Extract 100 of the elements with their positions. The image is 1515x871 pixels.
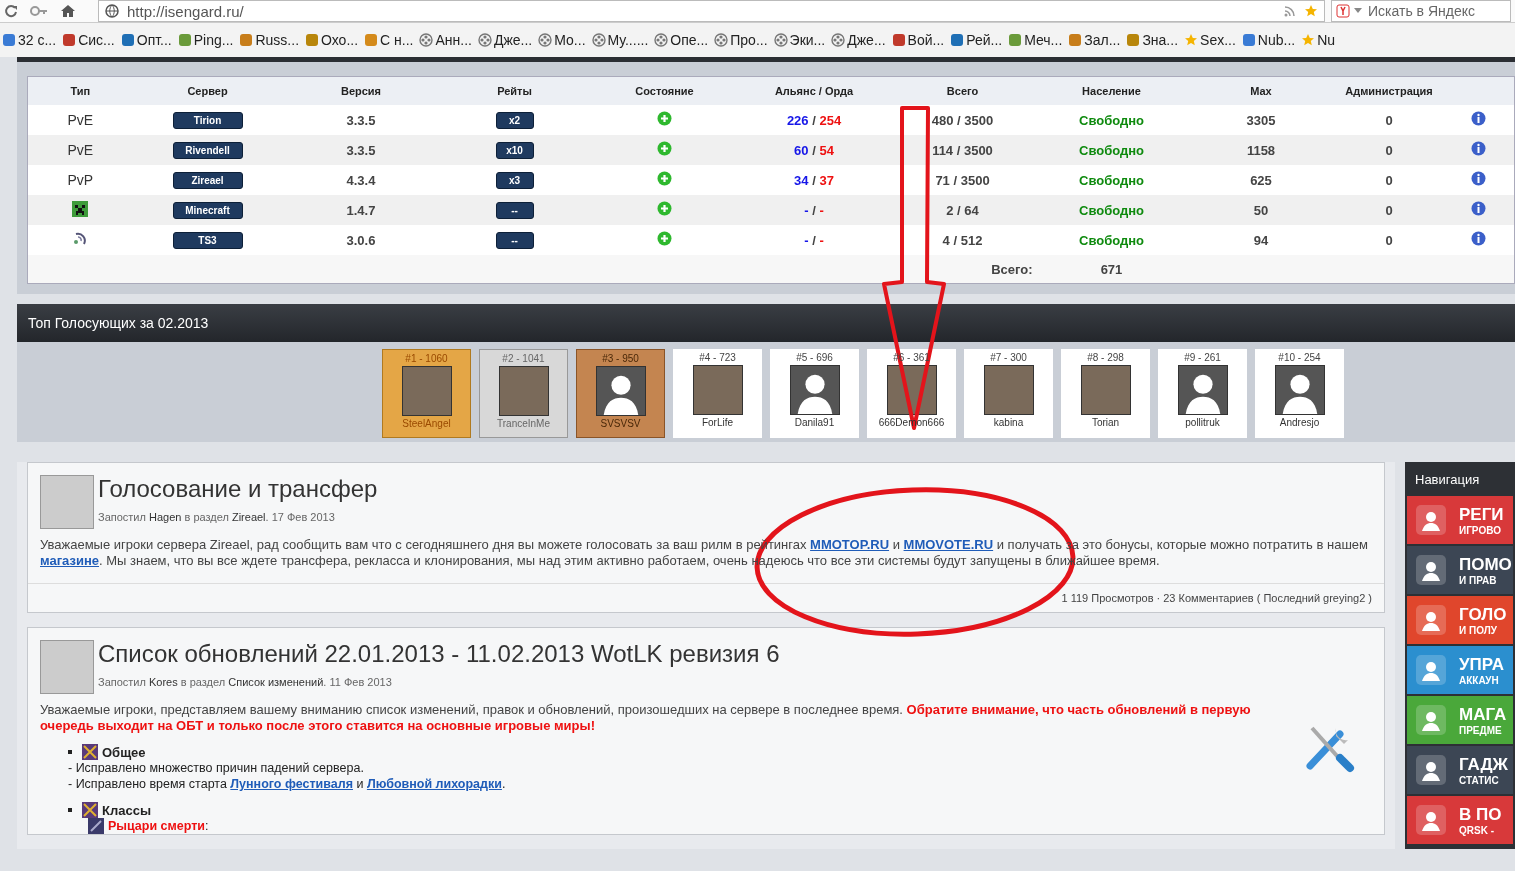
bookmark-item[interactable]: Меч... [1008, 32, 1063, 48]
nav-menu-item[interactable]: РЕГИ ИГРОВО [1407, 496, 1513, 544]
key-icon[interactable] [30, 5, 48, 17]
section-emblem-icon [82, 802, 98, 818]
bookmark-item[interactable]: С н... [364, 32, 414, 48]
site-icon [239, 33, 254, 47]
bookmark-item[interactable]: Зал... [1068, 32, 1121, 48]
bookmark-item[interactable]: Му...... [591, 32, 649, 48]
star-icon [1301, 33, 1316, 47]
voter-card[interactable]: #7 - 300 kabina [964, 349, 1053, 438]
bookmark-item[interactable]: Эки... [773, 32, 826, 48]
bookmark-item[interactable]: Ping... [177, 32, 234, 48]
url-text: http://isengard.ru/ [127, 2, 245, 20]
star-icon[interactable] [1304, 4, 1318, 18]
voter-name: TranceInMe [497, 418, 550, 429]
server-name-badge[interactable]: Tirion [172, 111, 243, 129]
bookmark-item[interactable]: Сис... [62, 32, 115, 48]
voter-rank: #3 - 950 [602, 353, 639, 364]
bookmark-item[interactable]: Sex... [1184, 32, 1236, 48]
post-meta: Запостил Hagen в раздел Zireael. 17 Фев 2013 [98, 511, 336, 523]
voter-card[interactable]: #2 - 1041 TranceInMe [479, 349, 568, 438]
server-name-badge[interactable]: Minecraft [172, 201, 243, 219]
info-icon[interactable] [1470, 111, 1486, 126]
bookmark-item[interactable]: Russ... [239, 32, 300, 48]
bookmark-item[interactable]: Охо... [305, 32, 359, 48]
reload-icon[interactable] [4, 4, 18, 18]
server-name-badge[interactable]: Zireael [172, 171, 243, 189]
film-reel-icon [773, 33, 788, 47]
bookmark-item[interactable]: Nu [1301, 32, 1336, 48]
bookmark-item[interactable]: Про... [714, 32, 768, 48]
voter-card[interactable]: #5 - 696 Danila91 [770, 349, 859, 438]
site-icon [364, 33, 379, 47]
text-link[interactable]: MMOVOTE.RU [903, 537, 994, 552]
bookmark-item[interactable]: Вой... [891, 32, 945, 48]
site-icon [120, 33, 135, 47]
nav-menu-item[interactable]: ПОМО И ПРАВ [1407, 546, 1513, 594]
home-icon[interactable] [60, 4, 76, 18]
text-link[interactable]: MMOTOP.RU [810, 537, 890, 552]
column-header: Сервер [187, 85, 228, 97]
post-title[interactable]: Голосование и трансфер [98, 475, 378, 503]
voter-card[interactable]: #4 - 723 ForLife [673, 349, 762, 438]
online-total: 4 / 512 [942, 232, 983, 248]
search-field[interactable]: Искать в Яндекс [1331, 0, 1511, 22]
post-avatar-placeholder [40, 475, 94, 529]
post-meta: Запостил Kores в раздел Список изменений. 11 Фев 2013 [98, 676, 393, 688]
site-icon [1068, 33, 1083, 47]
section-emblem-icon [82, 744, 98, 760]
nav-menu-item[interactable]: ГОЛО И ПОЛУ [1407, 596, 1513, 644]
voter-name: ForLife [701, 417, 734, 428]
population-status: Свободно [1079, 172, 1144, 188]
caret-icon[interactable] [1354, 8, 1362, 14]
bookmark-item[interactable]: Nub... [1241, 32, 1296, 48]
bookmark-item[interactable]: Зна... [1126, 32, 1179, 48]
voter-card[interactable]: #3 - 950 SVSVSV [576, 349, 665, 438]
bookmark-item[interactable]: Опе... [654, 32, 709, 48]
version-text: 1.4.7 [346, 202, 376, 218]
bookmark-item[interactable]: Мо... [538, 32, 586, 48]
server-type: PvP [67, 172, 94, 188]
change-line: - Исправлено множество причин падений сервера. [68, 760, 365, 776]
bookmark-item[interactable]: Дже... [477, 32, 533, 48]
population-status: Свободно [1079, 112, 1144, 128]
voter-rank: #8 - 298 [1087, 352, 1124, 363]
voter-rank: #5 - 696 [796, 352, 833, 363]
admin-count: 0 [1385, 202, 1393, 218]
voter-name: SteelAngel [402, 418, 451, 429]
bookmark-item[interactable]: Анн... [419, 32, 472, 48]
bookmark-item[interactable]: 32 с... [2, 32, 57, 48]
server-name-badge[interactable]: TS3 [172, 231, 243, 249]
nav-menu-item[interactable]: В ПО QRSK - [1407, 796, 1513, 844]
address-bar[interactable]: http://isengard.ru/ [98, 0, 1325, 22]
info-icon[interactable] [1470, 201, 1486, 216]
film-reel-icon [831, 33, 846, 47]
nav-menu-item[interactable]: УПРА АККАУН [1407, 646, 1513, 694]
text-link[interactable]: Лунного фестиваля [230, 777, 353, 791]
text-link[interactable]: Любовной лихорадки [366, 777, 502, 791]
nav-item-icon [1415, 604, 1447, 636]
info-icon[interactable] [1470, 231, 1486, 246]
voter-card[interactable]: #10 - 254 Andresjo [1255, 349, 1344, 438]
online-total: 114 / 3500 [932, 142, 993, 158]
info-icon[interactable] [1470, 171, 1486, 186]
nav-item-icon [1415, 504, 1447, 536]
voter-card[interactable]: #8 - 298 Torian [1061, 349, 1150, 438]
voter-name: SVSVSV [600, 418, 641, 429]
column-header: Всего [946, 85, 979, 97]
nav-menu-item[interactable]: ГАДЖ СТАТИС [1407, 746, 1513, 794]
voter-card[interactable]: #9 - 261 pollitruk [1158, 349, 1247, 438]
server-name-badge[interactable]: Rivendell [172, 141, 243, 159]
rss-icon[interactable] [1284, 5, 1296, 17]
text-link[interactable]: магазине [40, 553, 99, 568]
max-online: 1158 [1246, 142, 1276, 158]
info-icon[interactable] [1470, 141, 1486, 156]
bookmark-item[interactable]: Дже... [831, 32, 886, 48]
post-avatar-placeholder [40, 640, 94, 694]
voter-rank: #2 - 1041 [502, 353, 545, 364]
bookmark-item[interactable]: Опт... [120, 32, 172, 48]
globe-icon [105, 4, 119, 18]
navigation-title: Навигация [1415, 472, 1480, 487]
bookmark-item[interactable]: Рей... [950, 32, 1003, 48]
post-title[interactable]: Список обновлений 22.01.2013 - 11.02.2013 WotLK ревизия 6 [98, 640, 780, 668]
film-reel-icon [591, 33, 606, 47]
